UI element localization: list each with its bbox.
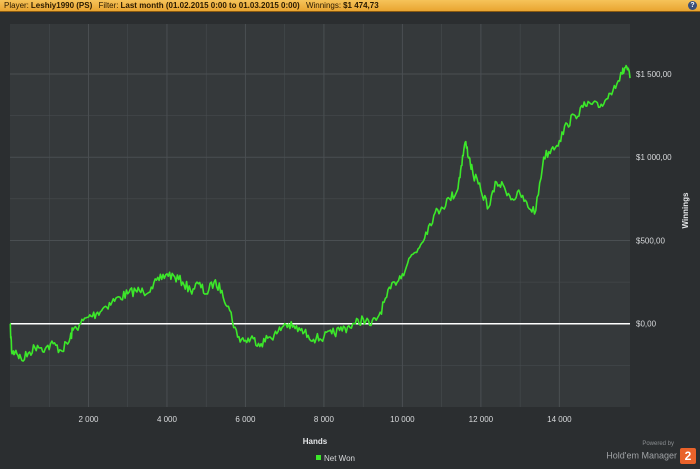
x-tick-label: 10 000	[390, 415, 415, 424]
player-label: Player:	[4, 1, 29, 10]
brand-name: Hold'em Manager	[606, 450, 677, 461]
winnings-chart: 2 000 4 000 6 000 8 000 10 000 12 000 14 000 $…	[9, 24, 690, 463]
x-tick-label: 12 000	[469, 415, 494, 424]
filter-label: Filter:	[98, 1, 119, 10]
report-header: Player: Leshiy1990 (PS) Filter: Last month…	[0, 0, 700, 12]
y-tick-label: $1 000,00	[636, 153, 672, 162]
legend-label-net-won: Net Won	[324, 454, 355, 463]
y-tick-label: $500,00	[636, 236, 665, 245]
legend-swatch-net-won	[316, 455, 321, 460]
x-tick-label: 8 000	[314, 415, 335, 424]
y-tick-label: $0,00	[636, 320, 657, 329]
y-axis-label: Winnings	[681, 192, 690, 228]
x-axis-label: Hands	[303, 437, 328, 446]
player-value: Leshiy1990 (PS)	[30, 1, 93, 10]
x-tick-label: 4 000	[157, 415, 178, 424]
x-tick-label: 6 000	[235, 415, 256, 424]
help-icon[interactable]: ?	[688, 1, 697, 10]
x-tick-label: 14 000	[547, 415, 572, 424]
winnings-value: $1 474,73	[343, 1, 379, 10]
winnings-label: Winnings:	[305, 1, 342, 10]
legend[interactable]: Net Won	[316, 454, 355, 463]
brand-badge-icon: 2	[680, 448, 696, 464]
filter-value[interactable]: Last month (01.02.2015 0:00 to 01.03.201…	[121, 1, 300, 10]
y-axis: $0,00 $500,00 $1 000,00 $1 500,00	[636, 70, 672, 329]
x-tick-label: 2 000	[78, 415, 99, 424]
x-axis: 2 000 4 000 6 000 8 000 10 000 12 000 14 000	[78, 415, 572, 424]
plot-area	[10, 24, 630, 407]
powered-by-text: Powered by	[642, 441, 674, 447]
holdem-manager-logo: Powered by Hold'em Manager 2	[606, 441, 696, 464]
y-tick-label: $1 500,00	[636, 70, 672, 79]
